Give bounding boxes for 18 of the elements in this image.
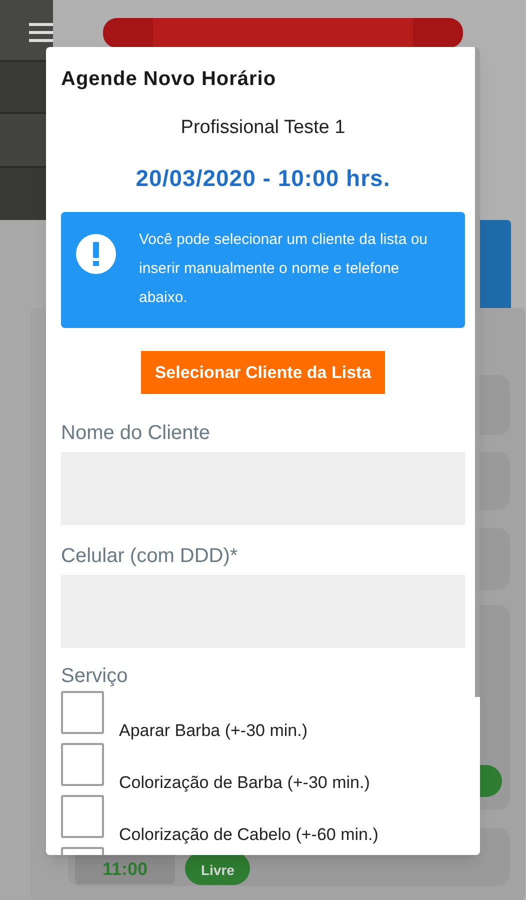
- field-label: Serviço: [61, 664, 128, 688]
- appointment-datetime: 20/03/2020 - 10:00 hrs.: [136, 164, 390, 192]
- menu-icon[interactable]: [29, 22, 53, 42]
- service-label: Colorização de Barba (+-30 min.): [119, 773, 370, 793]
- professional-name: Profissional Teste 1: [180, 117, 346, 139]
- checkbox[interactable]: [61, 795, 104, 838]
- info-message: Você pode selecionar um cliente da lista ou inserir manualmente o nome e telefone abaixo.: [139, 230, 429, 308]
- time-label: 11:00: [75, 854, 175, 884]
- checkbox[interactable]: [61, 691, 104, 734]
- service-label: Aparar Barba (+-30 min.): [119, 721, 308, 741]
- checkbox[interactable]: [61, 743, 104, 786]
- alert-icon: [75, 233, 117, 275]
- service-label: Colorização de Cabelo (+-60 min.): [119, 825, 378, 845]
- dialog-title: Agende Novo Horário: [61, 67, 276, 91]
- scroll-bar[interactable]: [475, 47, 480, 697]
- field-label: Nome do Cliente: [61, 421, 210, 445]
- field-label: Celular (com DDD)*: [61, 544, 238, 568]
- select-client-button[interactable]: Selecionar Cliente da Lista: [140, 351, 386, 394]
